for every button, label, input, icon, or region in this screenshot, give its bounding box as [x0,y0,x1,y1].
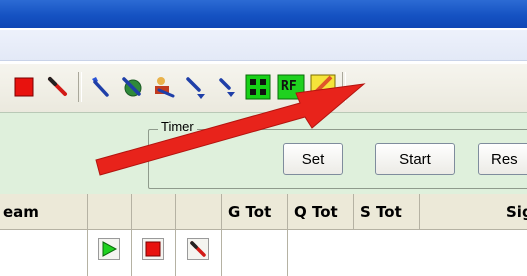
callout-arrow [95,83,366,176]
